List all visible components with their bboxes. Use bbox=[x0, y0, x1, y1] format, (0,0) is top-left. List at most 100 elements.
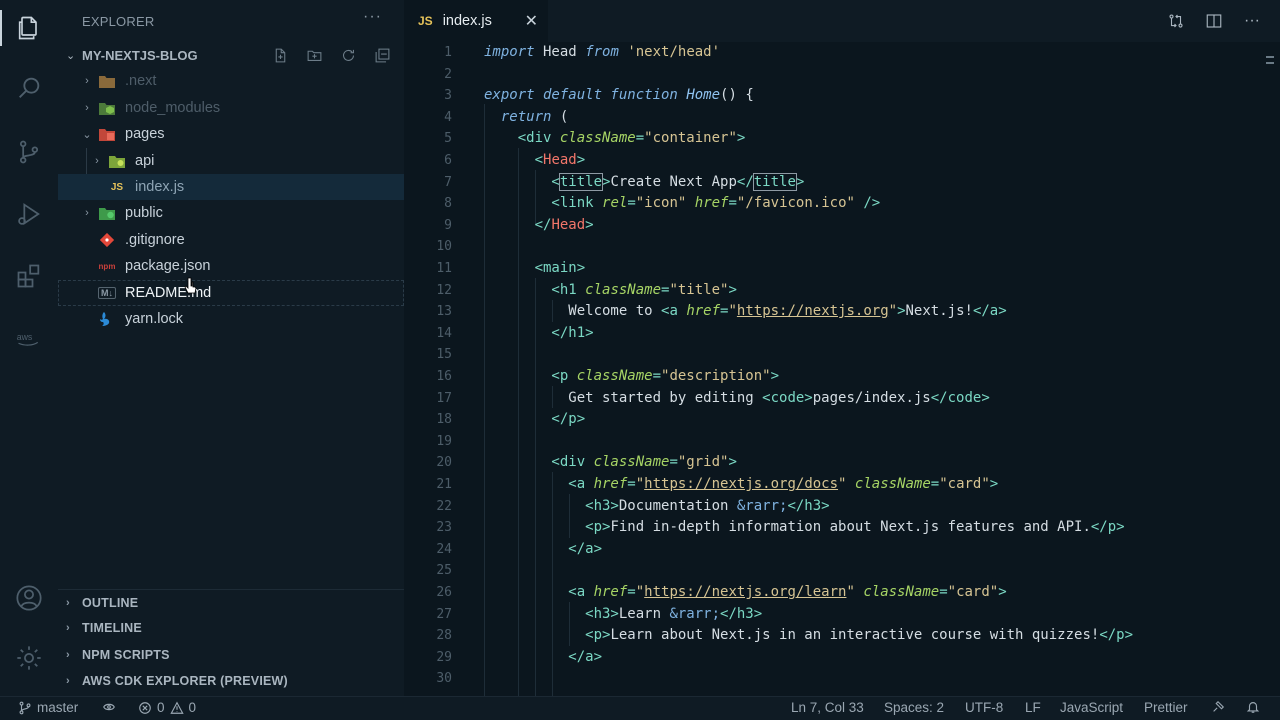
split-editor-icon[interactable] bbox=[1204, 10, 1224, 32]
explorer-sidebar: EXPLORER ··· ⌄ MY-NEXTJS-BLOG › .next › … bbox=[58, 0, 404, 696]
sync-icon[interactable] bbox=[102, 700, 116, 714]
tree-item-label: README.md bbox=[125, 285, 212, 301]
line-number: 18 bbox=[436, 412, 452, 428]
status-bar: master 0 0 Ln 7, Col 33 Spaces: 2 UTF-8 … bbox=[0, 696, 1280, 720]
code-line-13: Welcome to <a href="https://nextjs.org">… bbox=[484, 303, 1007, 319]
notifications-bell-icon[interactable] bbox=[1246, 700, 1260, 714]
tree-item-pages[interactable]: ⌄ pages bbox=[58, 121, 404, 147]
line-number: 3 bbox=[444, 88, 452, 104]
code-line-12: <h1 className="title"> bbox=[484, 282, 737, 298]
tree-item-label: api bbox=[135, 153, 155, 169]
line-number: 1 bbox=[444, 45, 452, 60]
code-line-4: return ( bbox=[500, 109, 569, 125]
line-number: 11 bbox=[436, 261, 452, 276]
chevron-down-icon: ⌄ bbox=[66, 49, 76, 62]
tree-item-label: node_modules bbox=[125, 100, 221, 116]
section-timeline[interactable]: › TIMELINE bbox=[58, 615, 404, 641]
tree-item-label: index.js bbox=[135, 179, 185, 195]
problems-indicator[interactable]: 0 0 bbox=[138, 700, 196, 715]
feedback-icon[interactable] bbox=[1211, 700, 1225, 714]
tab-index-js[interactable]: JS index.js ✕ bbox=[404, 0, 548, 42]
yarn-icon bbox=[98, 311, 116, 327]
refresh-icon[interactable] bbox=[338, 46, 358, 64]
scrollbar-marker bbox=[1266, 56, 1274, 58]
run-debug-icon[interactable] bbox=[0, 190, 58, 238]
activity-bar: aws bbox=[0, 0, 58, 696]
search-icon[interactable] bbox=[0, 64, 58, 112]
line-number: 9 bbox=[444, 217, 452, 233]
code-line-21: <a href="https://nextjs.org/docs" classN… bbox=[484, 476, 999, 492]
branch-indicator[interactable]: master bbox=[18, 700, 78, 715]
language-mode[interactable]: JavaScript bbox=[1060, 700, 1123, 715]
code-line-11: <main> bbox=[484, 260, 586, 276]
close-icon[interactable]: ✕ bbox=[525, 11, 538, 31]
chevron-right-icon: › bbox=[85, 102, 89, 114]
section-label: OUTLINE bbox=[82, 595, 139, 610]
line-number: 15 bbox=[436, 347, 452, 363]
link-nextjs-docs[interactable]: https://nextjs.org/docs bbox=[644, 476, 838, 492]
link-nextjs-learn[interactable]: https://nextjs.org/learn bbox=[644, 584, 846, 600]
tree-item-node-modules[interactable]: › node_modules bbox=[58, 95, 404, 121]
extensions-icon[interactable] bbox=[0, 252, 58, 300]
code-line-24: </a> bbox=[484, 541, 603, 557]
tree-item-label: .next bbox=[125, 73, 157, 89]
tree-item-readme[interactable]: M↓ README.md bbox=[58, 280, 404, 306]
tree-item-api[interactable]: › api bbox=[58, 148, 404, 174]
line-number: 13 bbox=[436, 304, 452, 320]
tree-item-gitignore[interactable]: .gitignore bbox=[58, 227, 404, 253]
indentation-setting[interactable]: Spaces: 2 bbox=[884, 700, 944, 715]
svg-text:aws: aws bbox=[17, 332, 33, 342]
new-folder-icon[interactable] bbox=[304, 46, 324, 64]
section-npm-scripts[interactable]: › NPM SCRIPTS bbox=[58, 642, 404, 668]
scrollbar-marker bbox=[1266, 62, 1274, 64]
eol-setting[interactable]: LF bbox=[1025, 700, 1041, 715]
project-folder-header[interactable]: ⌄ MY-NEXTJS-BLOG bbox=[58, 44, 404, 66]
code-line-3: export default function Home() { bbox=[484, 87, 754, 103]
more-actions-icon[interactable]: ··· bbox=[363, 8, 382, 26]
more-actions-icon[interactable]: ··· bbox=[1242, 10, 1262, 32]
code-line-5: <div className="container"> bbox=[484, 130, 746, 146]
tab-label: index.js bbox=[442, 13, 492, 29]
section-aws-cdk-explorer[interactable]: › AWS CDK EXPLORER (PREVIEW) bbox=[58, 668, 404, 694]
tree-item-yarn-lock[interactable]: yarn.lock bbox=[58, 306, 404, 332]
line-number: 8 bbox=[444, 196, 452, 212]
source-control-icon[interactable] bbox=[0, 128, 58, 176]
open-changes-icon[interactable] bbox=[1166, 10, 1186, 32]
encoding-setting[interactable]: UTF-8 bbox=[965, 700, 1003, 715]
line-number: 30 bbox=[436, 671, 452, 687]
editor-tab-bar: JS index.js ✕ ··· bbox=[404, 0, 1280, 42]
code-line-6: <Head> bbox=[484, 152, 586, 168]
line-number: 26 bbox=[436, 585, 452, 600]
formatter-status[interactable]: Prettier bbox=[1144, 700, 1188, 715]
code-line-9: </Head> bbox=[484, 217, 594, 233]
line-number: 25 bbox=[436, 563, 452, 579]
line-number: 5 bbox=[444, 131, 452, 147]
link-nextjs-org[interactable]: https://nextjs.org bbox=[737, 303, 889, 319]
line-number: 24 bbox=[436, 541, 452, 557]
line-number: 27 bbox=[436, 606, 452, 622]
section-outline[interactable]: › OUTLINE bbox=[58, 589, 404, 615]
collapse-all-icon[interactable] bbox=[372, 46, 392, 64]
account-icon[interactable] bbox=[0, 574, 58, 622]
aws-icon[interactable]: aws bbox=[0, 314, 58, 362]
tree-item-index-js[interactable]: JS index.js bbox=[58, 174, 404, 200]
settings-gear-icon[interactable] bbox=[0, 634, 58, 682]
code-line-17: Get started by editing <code>pages/index… bbox=[484, 390, 990, 406]
chevron-right-icon: › bbox=[85, 75, 89, 87]
tree-item-public[interactable]: › public bbox=[58, 200, 404, 226]
tree-item-package-json[interactable]: npm package.json bbox=[58, 253, 404, 279]
markdown-icon: M↓ bbox=[98, 287, 116, 299]
line-number: 17 bbox=[436, 390, 452, 406]
warning-icon bbox=[169, 701, 184, 714]
explorer-icon[interactable] bbox=[0, 4, 58, 52]
tree-item-next[interactable]: › .next bbox=[58, 68, 404, 94]
branch-name: master bbox=[37, 700, 79, 715]
git-branch-icon bbox=[19, 701, 31, 714]
cursor-position[interactable]: Ln 7, Col 33 bbox=[791, 700, 864, 715]
new-file-icon[interactable] bbox=[270, 46, 290, 64]
warning-count: 0 bbox=[188, 700, 197, 715]
chevron-right-icon: › bbox=[95, 155, 99, 167]
code-line-8: <link rel="icon" href="/favicon.ico" /> bbox=[484, 195, 881, 211]
code-editor[interactable]: 1 2 3 4 5 6 7 8 9 10 11 12 13 14 15 16 17 18 19 20 21 22 23 24 2… bbox=[404, 42, 1280, 696]
line-number: 16 bbox=[436, 369, 452, 384]
